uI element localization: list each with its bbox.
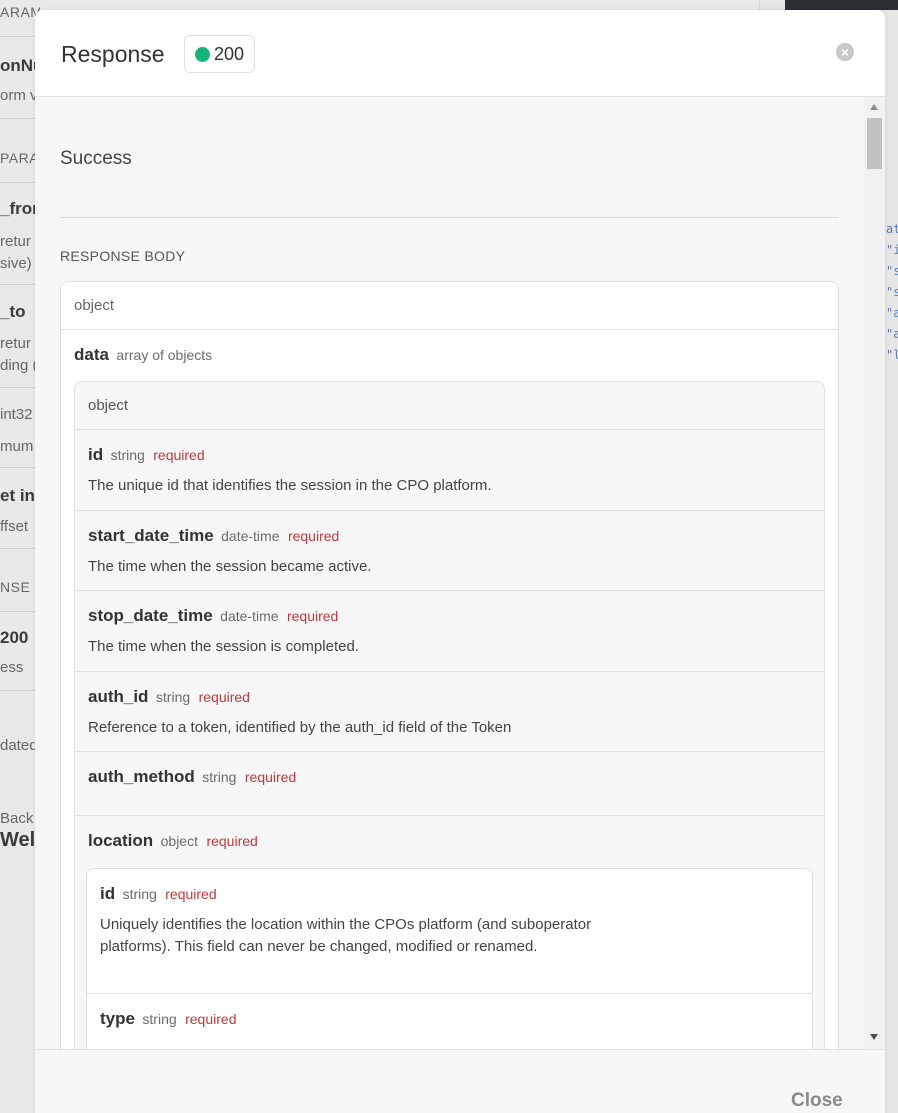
bg-code-line: "s bbox=[886, 285, 898, 299]
field-description: Reference to a token, identified by the … bbox=[88, 719, 512, 736]
bg-code-line: "i bbox=[886, 243, 898, 257]
bg-code-line: "a bbox=[886, 327, 898, 341]
property-row-id: id string required The unique id that id… bbox=[75, 430, 824, 511]
close-button[interactable]: Close bbox=[791, 1090, 843, 1112]
field-required: required bbox=[286, 608, 339, 624]
field-description: Uniquely identifies the location within … bbox=[100, 916, 592, 955]
field-required: required bbox=[185, 1011, 237, 1027]
schema-data-items: object id string required The unique id … bbox=[74, 381, 825, 1049]
field-name: id bbox=[100, 884, 116, 903]
bg-code-panel bbox=[785, 0, 898, 10]
property-row-start-date-time: start_date_time date-time required The t… bbox=[75, 511, 824, 591]
close-icon[interactable]: × bbox=[836, 43, 854, 61]
bg-param-desc: mum bbox=[0, 438, 34, 455]
bg-param-desc: orm v bbox=[0, 87, 38, 104]
field-type: string bbox=[110, 447, 145, 463]
bg-code-line: "l bbox=[886, 348, 898, 362]
field-name: data bbox=[74, 345, 109, 364]
modal-footer: Close bbox=[35, 1049, 885, 1113]
bg-divider bbox=[0, 118, 40, 119]
field-required: required bbox=[198, 689, 250, 705]
scroll-up-arrow-icon[interactable] bbox=[870, 104, 878, 110]
response-modal: Response 200 × Success RESPONSE BODY obj… bbox=[35, 10, 885, 1113]
bg-param-desc: sive) bbox=[0, 255, 32, 272]
status-code: 200 bbox=[214, 43, 245, 64]
field-required: required bbox=[165, 886, 217, 902]
field-name: stop_date_time bbox=[88, 606, 213, 625]
field-type: date-time bbox=[221, 528, 280, 544]
status-dot-icon bbox=[195, 46, 210, 62]
field-type: array of objects bbox=[116, 347, 213, 363]
field-type: object bbox=[160, 833, 198, 849]
field-name: location bbox=[88, 831, 154, 850]
divider bbox=[60, 217, 839, 218]
bg-param-name: et int3 bbox=[0, 486, 40, 505]
bg-param-desc: retur bbox=[0, 335, 31, 352]
bg-param-desc: ding ( bbox=[0, 357, 38, 374]
bg-divider bbox=[0, 284, 40, 285]
status-badge: 200 bbox=[184, 35, 256, 73]
field-name: start_date_time bbox=[88, 526, 214, 545]
response-description: Success bbox=[60, 148, 132, 169]
root-type: object bbox=[61, 282, 838, 330]
field-description: The time when the session became active. bbox=[88, 558, 372, 575]
bg-prev-page-title[interactable]: Welc bbox=[0, 829, 40, 852]
scrollbar-thumb[interactable] bbox=[867, 118, 882, 169]
field-type: string bbox=[142, 1011, 177, 1027]
bg-divider bbox=[0, 467, 40, 468]
bg-param-type: int32 bbox=[0, 406, 33, 423]
field-required: required bbox=[244, 769, 297, 785]
bg-back-link[interactable]: Back bbox=[0, 810, 40, 827]
property-row-stop-date-time: stop_date_time date-time required The ti… bbox=[75, 591, 824, 672]
field-type: string bbox=[122, 886, 157, 902]
field-name: id bbox=[88, 445, 104, 464]
bg-param-desc: retur bbox=[0, 233, 31, 250]
bg-response-heading: NSE bbox=[0, 579, 31, 595]
bg-param-desc: ffset bbox=[0, 518, 29, 535]
location-property-id: id string required Uniquely identifies t… bbox=[87, 869, 812, 994]
property-row-auth-id: auth_id string required Reference to a t… bbox=[75, 672, 824, 752]
data-field: data array of objects bbox=[74, 345, 212, 365]
scroll-down-arrow-icon[interactable] bbox=[870, 1034, 878, 1040]
property-row-auth-method: auth_method string required bbox=[75, 752, 824, 816]
field-required: required bbox=[153, 447, 205, 463]
field-description: The time when the session is completed. bbox=[88, 638, 359, 655]
schema-location: id string required Uniquely identifies t… bbox=[86, 868, 813, 1049]
schema-root: object data array of objects object id s… bbox=[60, 281, 839, 1049]
field-type: date-time bbox=[220, 608, 279, 624]
field-required: required bbox=[287, 528, 340, 544]
bg-query-params-heading: PARA bbox=[0, 150, 40, 166]
bg-code-line: at bbox=[886, 222, 898, 236]
bg-code-line: "a bbox=[886, 306, 898, 320]
bg-response-code[interactable]: 200 bbox=[0, 628, 40, 648]
item-type: object bbox=[75, 382, 824, 430]
field-name: type bbox=[100, 1009, 135, 1028]
scrollbar[interactable] bbox=[864, 97, 885, 1049]
field-name: auth_id bbox=[88, 687, 149, 706]
field-name: auth_method bbox=[88, 767, 195, 786]
bg-divider bbox=[0, 611, 40, 612]
field-type: string bbox=[202, 769, 237, 785]
field-required: required bbox=[206, 833, 258, 849]
response-body-label: RESPONSE BODY bbox=[60, 248, 186, 264]
modal-title: Response bbox=[61, 41, 165, 67]
bg-divider bbox=[0, 387, 40, 388]
modal-body[interactable]: Success RESPONSE BODY object data array … bbox=[35, 97, 885, 1049]
bg-param-name: onNu bbox=[0, 56, 40, 75]
bg-params-heading: ARAMS bbox=[0, 4, 40, 20]
bg-updated-label: dated bbox=[0, 737, 38, 754]
bg-divider bbox=[0, 36, 40, 37]
field-type: string bbox=[155, 689, 191, 705]
field-description: The unique id that identifies the sessio… bbox=[88, 477, 492, 494]
bg-divider bbox=[0, 548, 40, 549]
location-property-type: type string required bbox=[87, 994, 812, 1049]
bg-code-line: "s bbox=[886, 264, 898, 278]
bg-divider bbox=[0, 690, 40, 691]
modal-header: Response 200 × bbox=[35, 10, 885, 97]
bg-param-name: _to bbox=[0, 302, 26, 321]
bg-response-desc: ess bbox=[0, 659, 24, 676]
bg-divider bbox=[0, 182, 40, 183]
bg-param-name: _fron bbox=[0, 199, 40, 218]
